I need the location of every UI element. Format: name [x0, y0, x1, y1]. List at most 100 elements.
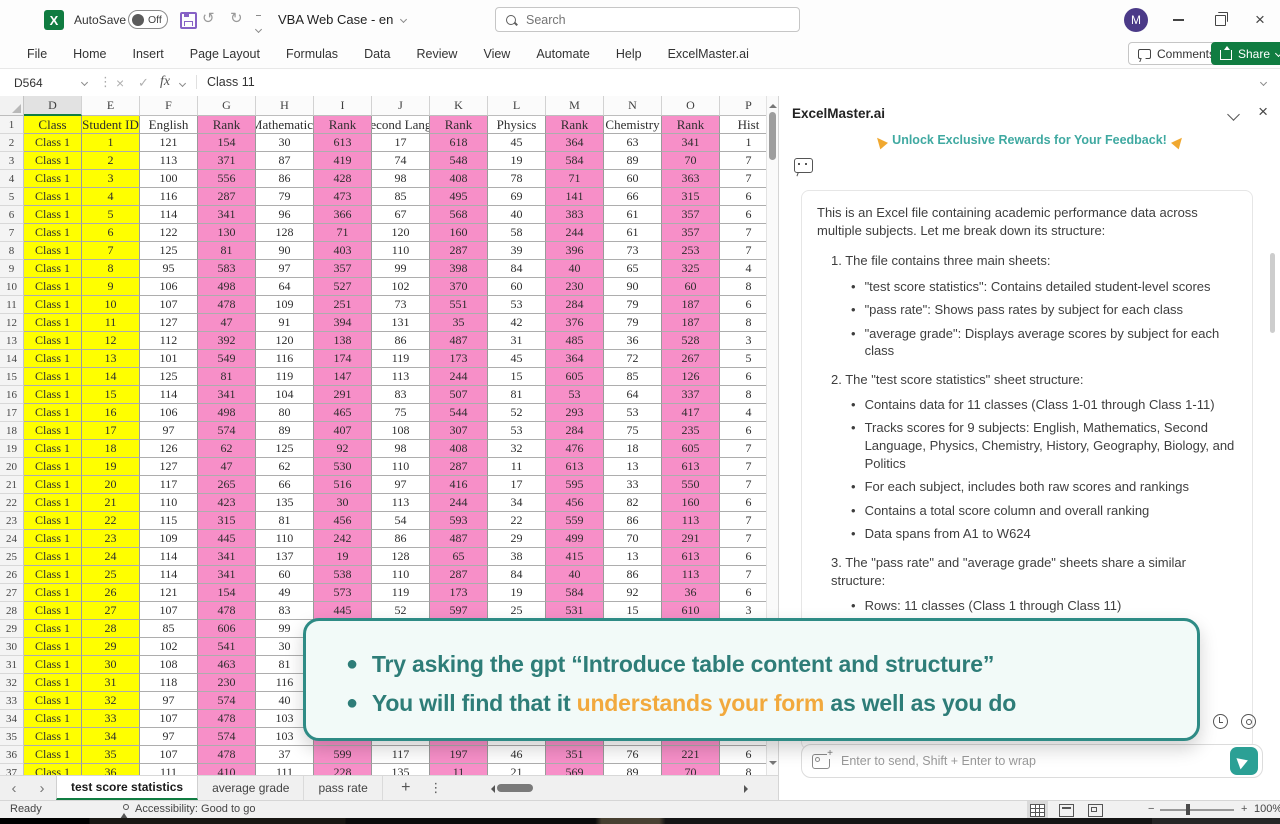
cell[interactable]: 17 [372, 134, 430, 152]
cell[interactable]: 574 [198, 728, 256, 746]
cell[interactable]: 7 [720, 224, 766, 242]
cell[interactable]: 127 [140, 458, 198, 476]
cell[interactable]: 112 [140, 332, 198, 350]
cell[interactable]: 47 [198, 314, 256, 332]
cell[interactable]: Class 1 [24, 746, 82, 764]
cell[interactable]: 584 [546, 152, 604, 170]
cell[interactable]: 485 [546, 332, 604, 350]
cell[interactable]: 307 [430, 422, 488, 440]
cell[interactable]: 34 [488, 494, 546, 512]
cell[interactable]: 36 [662, 584, 720, 602]
cell[interactable]: 221 [662, 746, 720, 764]
cell[interactable]: 20 [82, 476, 140, 494]
cell[interactable]: 407 [314, 422, 372, 440]
row-header[interactable]: 19 [0, 440, 24, 458]
cell[interactable]: 2 [82, 152, 140, 170]
cell[interactable]: Class 1 [24, 206, 82, 224]
cell[interactable]: 128 [372, 548, 430, 566]
page-layout-view-icon[interactable] [1059, 804, 1074, 817]
cell[interactable]: 476 [546, 440, 604, 458]
vertical-scrollbar-thumb[interactable] [769, 112, 776, 160]
cell[interactable]: 89 [604, 152, 662, 170]
undo-icon[interactable]: ↺ [202, 9, 215, 27]
cell[interactable]: 31 [82, 674, 140, 692]
cell[interactable]: 595 [546, 476, 604, 494]
column-header-N[interactable]: N [604, 96, 662, 116]
row-header[interactable]: 33 [0, 692, 24, 710]
cell[interactable]: 7 [720, 458, 766, 476]
cell[interactable]: 107 [140, 710, 198, 728]
cell[interactable]: 126 [662, 368, 720, 386]
sheet-tab-average-grade[interactable]: average grade [198, 776, 304, 800]
cell[interactable]: 341 [198, 548, 256, 566]
row-header[interactable]: 36 [0, 746, 24, 764]
row-header[interactable]: 22 [0, 494, 24, 512]
column-header-J[interactable]: J [372, 96, 430, 116]
cell[interactable]: 85 [604, 368, 662, 386]
cell[interactable]: 13 [82, 350, 140, 368]
cell[interactable]: 78 [488, 170, 546, 188]
cell[interactable]: 6 [720, 422, 766, 440]
close-button[interactable]: × [1248, 8, 1272, 32]
row-header[interactable]: 27 [0, 584, 24, 602]
tab-view[interactable]: View [470, 47, 523, 61]
cell[interactable]: 28 [82, 620, 140, 638]
cell[interactable]: 396 [546, 242, 604, 260]
row-header[interactable]: 28 [0, 602, 24, 620]
cell[interactable]: 15 [488, 368, 546, 386]
cell[interactable]: 613 [546, 458, 604, 476]
cell[interactable]: 11 [430, 764, 488, 775]
row-header[interactable]: 6 [0, 206, 24, 224]
cell[interactable]: 154 [198, 584, 256, 602]
cell[interactable]: 60 [662, 278, 720, 296]
panel-close-icon[interactable]: × [1258, 102, 1268, 122]
cell[interactable]: 548 [430, 152, 488, 170]
cell[interactable]: 120 [372, 224, 430, 242]
avatar[interactable]: M [1124, 8, 1148, 32]
cell[interactable]: 27 [82, 602, 140, 620]
cell[interactable]: 19 [314, 548, 372, 566]
cell[interactable]: 47 [198, 458, 256, 476]
cell[interactable]: 113 [662, 566, 720, 584]
tab-page-layout[interactable]: Page Layout [177, 47, 273, 61]
cell[interactable]: 392 [198, 332, 256, 350]
cell[interactable]: 9 [82, 278, 140, 296]
cell[interactable]: 12 [82, 332, 140, 350]
zoom-slider-thumb[interactable] [1186, 804, 1190, 815]
cell[interactable]: 90 [604, 278, 662, 296]
cell[interactable]: 6 [720, 584, 766, 602]
cell[interactable]: 120 [256, 332, 314, 350]
cell[interactable]: Class 1 [24, 476, 82, 494]
cell[interactable]: 45 [488, 350, 546, 368]
cell[interactable]: 107 [140, 296, 198, 314]
tab-data[interactable]: Data [351, 47, 403, 61]
cell[interactable]: 5 [720, 350, 766, 368]
cell[interactable]: 473 [314, 188, 372, 206]
cell[interactable]: 416 [430, 476, 488, 494]
cell[interactable]: 81 [256, 512, 314, 530]
cell[interactable]: 75 [372, 404, 430, 422]
cell[interactable]: 383 [546, 206, 604, 224]
cell[interactable]: Physics [488, 116, 546, 134]
cell[interactable]: 583 [198, 260, 256, 278]
cell[interactable]: 114 [140, 548, 198, 566]
cell[interactable]: 64 [256, 278, 314, 296]
tab-file[interactable]: File [14, 47, 60, 61]
row-header[interactable]: 23 [0, 512, 24, 530]
row-header[interactable]: 24 [0, 530, 24, 548]
cell[interactable]: 92 [314, 440, 372, 458]
cell[interactable]: 53 [604, 404, 662, 422]
cell[interactable]: 235 [662, 422, 720, 440]
share-button[interactable]: Share [1211, 42, 1280, 65]
cell[interactable]: 97 [140, 422, 198, 440]
attach-image-icon[interactable] [812, 754, 830, 769]
cell[interactable]: 5 [82, 206, 140, 224]
cell[interactable]: 7 [720, 242, 766, 260]
cell[interactable]: 111 [256, 764, 314, 775]
cell[interactable]: 423 [198, 494, 256, 512]
sheet-prev-icon[interactable]: ‹ [0, 776, 28, 800]
cell[interactable]: 53 [488, 296, 546, 314]
cell[interactable]: Rank [546, 116, 604, 134]
cell[interactable]: 613 [314, 134, 372, 152]
cell[interactable]: 110 [372, 242, 430, 260]
